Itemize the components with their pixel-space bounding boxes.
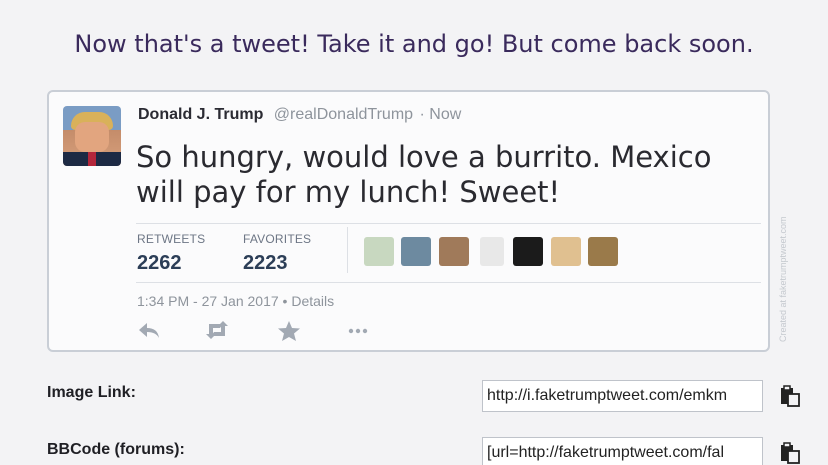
watermark: Created at faketrumptweet.com <box>778 216 788 342</box>
image-link-label: Image Link: <box>47 384 136 401</box>
mini-avatar[interactable] <box>588 237 618 266</box>
favorites-label: FAVORITES <box>243 232 312 246</box>
retweets-count: 2262 <box>137 252 182 274</box>
tweet-text: So hungry, would love a burrito. Mexico … <box>136 140 712 209</box>
mini-avatar[interactable] <box>401 237 431 266</box>
page: Now that's a tweet! Take it and go! But … <box>0 0 828 465</box>
mini-avatar[interactable] <box>364 237 394 266</box>
reply-icon[interactable] <box>137 320 161 345</box>
mini-avatar[interactable] <box>480 237 504 266</box>
user-handle: @realDonaldTrump <box>273 106 414 123</box>
more-icon[interactable] <box>347 320 369 345</box>
tweet-timestamp[interactable]: 1:34 PM - 27 Jan 2017 • Details <box>137 293 334 309</box>
retweet-icon[interactable] <box>204 320 230 345</box>
divider <box>136 223 761 224</box>
mini-avatar[interactable] <box>551 237 581 266</box>
user-name: Donald J. Trump <box>138 106 264 123</box>
bbcode-label: BBCode (forums): <box>47 441 185 458</box>
mini-avatar[interactable] <box>439 237 469 266</box>
divider <box>136 282 761 283</box>
retweets-stat: RETWEETS 2262 <box>137 232 205 275</box>
retweets-label: RETWEETS <box>137 232 206 246</box>
favorite-icon[interactable] <box>277 320 301 347</box>
copy-icon[interactable] <box>780 442 800 464</box>
tweet-card: Donald J. Trump @realDonaldTrump · Now S… <box>47 90 788 352</box>
favorites-count: 2223 <box>243 252 288 274</box>
bbcode-input[interactable]: [url=http://faketrumptweet.com/fal <box>482 437 763 465</box>
tweet-time: · Now <box>419 106 462 123</box>
copy-icon[interactable] <box>780 385 800 407</box>
stats-separator <box>347 227 348 273</box>
tweet-header: Donald J. Trump @realDonaldTrump · Now <box>138 106 461 124</box>
image-link-input[interactable]: http://i.faketrumptweet.com/emkm <box>482 380 763 412</box>
avatar <box>63 106 121 166</box>
mini-avatar[interactable] <box>513 237 543 266</box>
favorites-stat: FAVORITES 2223 <box>243 232 311 275</box>
headline: Now that's a tweet! Take it and go! But … <box>74 30 754 58</box>
